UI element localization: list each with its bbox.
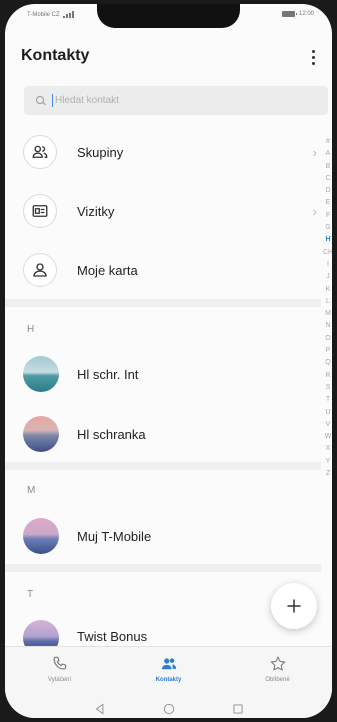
camera-notch <box>97 4 240 28</box>
index-letter[interactable]: J <box>326 271 330 283</box>
index-letter[interactable]: G <box>325 222 330 234</box>
section-header-t: T <box>27 589 34 600</box>
menu-item-label: Vizitky <box>77 203 115 219</box>
bottom-navigation: Vytáčení Kontakty Oblíbené <box>5 646 332 694</box>
index-letter[interactable]: O <box>325 333 330 345</box>
index-letter[interactable]: V <box>326 419 331 431</box>
menu-item-my-card[interactable]: Moje karta <box>5 250 317 290</box>
section-divider <box>5 462 321 470</box>
recents-icon[interactable] <box>231 702 245 716</box>
tab-contacts[interactable]: Kontakty <box>114 647 223 694</box>
menu-item-groups[interactable]: Skupiny › <box>5 132 317 172</box>
index-letter[interactable]: L <box>326 296 330 308</box>
avatar <box>23 518 59 554</box>
carrier-name: T-Mobile CZ <box>27 11 60 18</box>
search-icon <box>36 95 46 106</box>
tab-favorites[interactable]: Oblíbené <box>223 647 332 694</box>
plus-icon <box>287 599 301 613</box>
contact-name: Muj T-Mobile <box>77 528 152 544</box>
contacts-icon <box>161 658 176 670</box>
index-letter[interactable]: I <box>327 259 329 271</box>
phone-screen: T-Mobile CZ 12:00 Kontakty Skupiny › <box>5 4 332 718</box>
index-letter[interactable]: X <box>326 443 331 455</box>
index-letter[interactable]: Y <box>326 456 331 468</box>
signal-icon <box>62 11 74 18</box>
index-letter[interactable]: U <box>325 407 330 419</box>
status-left: T-Mobile CZ <box>27 11 74 18</box>
index-letter[interactable]: N <box>325 320 330 332</box>
home-icon[interactable] <box>162 702 176 716</box>
section-divider <box>5 299 321 307</box>
index-letter[interactable]: B <box>326 161 331 173</box>
index-letter[interactable]: Q <box>325 357 330 369</box>
star-icon <box>269 656 286 671</box>
status-time: 12:00 <box>298 11 314 17</box>
chevron-right-icon: › <box>312 203 317 219</box>
section-header-h: H <box>27 324 35 335</box>
tab-dialer[interactable]: Vytáčení <box>5 647 114 694</box>
tab-label: Kontakty <box>155 677 182 683</box>
index-letter[interactable]: P <box>326 345 331 357</box>
dot-icon <box>311 49 315 53</box>
back-icon[interactable] <box>93 702 107 716</box>
index-letter[interactable]: M <box>325 308 331 320</box>
index-letter[interactable]: R <box>325 370 330 382</box>
index-letter[interactable]: E <box>326 197 331 209</box>
index-letter[interactable]: W <box>325 431 332 443</box>
phone-icon <box>52 656 66 670</box>
chevron-right-icon: › <box>312 144 317 160</box>
add-contact-button[interactable] <box>271 583 317 629</box>
menu-item-label: Skupiny <box>77 144 124 160</box>
menu-item-label: Moje karta <box>77 262 138 278</box>
group-icon <box>23 135 57 169</box>
tab-label: Vytáčení <box>47 677 72 683</box>
index-letter[interactable]: H <box>325 234 330 246</box>
contact-name: Hl schr. Int <box>77 366 139 382</box>
business-card-icon <box>23 194 57 228</box>
avatar <box>23 356 59 392</box>
contact-name: Twist Bonus <box>77 628 148 644</box>
dot-icon <box>311 55 315 59</box>
section-header-m: M <box>27 485 36 496</box>
index-letter[interactable]: F <box>326 210 330 222</box>
avatar <box>23 416 59 452</box>
contact-name: Hl schranka <box>77 426 146 442</box>
index-letter[interactable]: T <box>326 394 330 406</box>
menu-item-business-cards[interactable]: Vizitky › <box>5 191 317 231</box>
index-letter[interactable]: A <box>326 148 331 160</box>
index-letter[interactable]: S <box>326 382 331 394</box>
status-right: 12:00 <box>281 11 314 17</box>
search-bar[interactable] <box>24 86 328 115</box>
section-divider <box>5 564 321 572</box>
contact-row[interactable]: Hl schranka <box>5 414 317 454</box>
battery-icon <box>281 11 297 17</box>
page-title: Kontakty <box>21 47 90 64</box>
contact-row[interactable]: Muj T-Mobile <box>5 516 317 556</box>
more-options-button[interactable] <box>306 46 320 68</box>
index-letter[interactable]: C <box>325 173 330 185</box>
text-cursor <box>52 94 53 107</box>
search-input[interactable] <box>55 95 285 106</box>
index-letter[interactable]: D <box>325 185 330 197</box>
alphabet-index[interactable]: # A B C D E F G H CH I J K L M N O P Q R S T U V W X Y Z <box>323 136 332 480</box>
contact-row[interactable]: Hl schr. Int <box>5 354 317 394</box>
dot-icon <box>311 61 315 65</box>
system-navigation-bar <box>5 694 332 718</box>
status-bar: T-Mobile CZ 12:00 <box>5 4 332 30</box>
index-letter[interactable]: # <box>326 136 330 148</box>
index-letter[interactable]: CH <box>323 247 332 259</box>
index-letter[interactable]: K <box>326 284 331 296</box>
tab-label: Oblíbené <box>265 677 290 683</box>
index-letter[interactable]: Z <box>326 468 330 480</box>
person-icon <box>23 253 57 287</box>
